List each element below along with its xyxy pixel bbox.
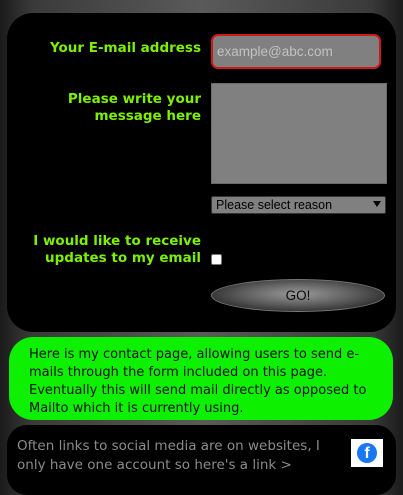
chevron-down-icon (373, 201, 381, 207)
message-label: Please write your message here (67, 91, 201, 124)
social-box: Often links to social media are on websi… (7, 425, 396, 495)
reason-select[interactable]: Please select reason (211, 196, 386, 214)
facebook-icon: f (357, 443, 377, 463)
facebook-link[interactable]: f (351, 439, 383, 467)
submit-button[interactable]: GO! (211, 279, 385, 312)
contact-form-panel: Your E-mail address Please write your me… (7, 13, 396, 332)
updates-checkbox[interactable] (211, 254, 222, 265)
email-label: Your E-mail address (49, 40, 201, 56)
updates-label: I would like to receive updates to my em… (33, 233, 201, 266)
reason-select-value: Please select reason (216, 198, 333, 212)
message-textarea[interactable] (211, 83, 387, 184)
info-text: Here is my contact page, allowing users … (29, 347, 367, 416)
info-box: Here is my contact page, allowing users … (9, 337, 393, 420)
social-text: Often links to social media are on websi… (17, 438, 320, 473)
email-input[interactable] (211, 34, 381, 69)
